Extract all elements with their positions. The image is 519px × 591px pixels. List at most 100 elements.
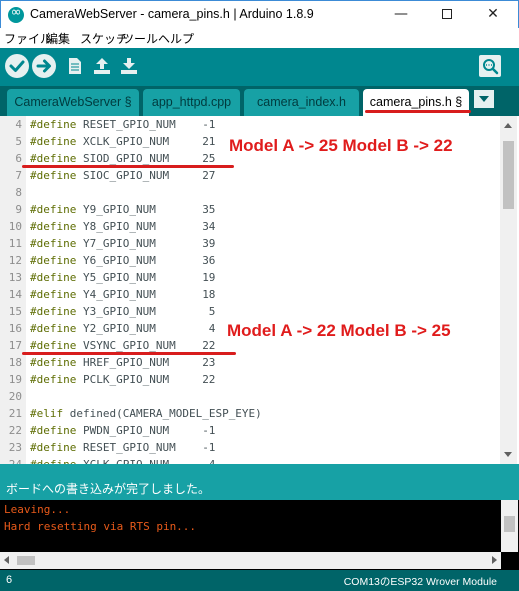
scroll-left-arrow-icon[interactable]	[4, 556, 9, 564]
code-editor[interactable]: 4 #define RESET_GPIO_NUM -1 5 #define XCLK_…	[0, 116, 519, 464]
menu-tools[interactable]: ツール	[122, 30, 158, 47]
preprocessor-directive: #define	[30, 135, 77, 148]
new-button[interactable]	[64, 54, 86, 78]
console-vertical-scrollbar[interactable]	[501, 500, 518, 552]
preprocessor-directive: #define	[30, 441, 77, 454]
code-line: 10 #define Y8_GPIO_NUM 34	[0, 218, 500, 235]
arduino-logo-icon	[8, 5, 24, 23]
code-text: #define SIOC_GPIO_NUM 27	[30, 167, 215, 184]
code-text: #define Y5_GPIO_NUM 19	[30, 269, 215, 286]
line-number: 16	[8, 322, 22, 335]
code-body: XCLK_GPIO_NUM 21	[76, 135, 216, 148]
close-button[interactable]: ✕	[471, 1, 515, 28]
code-body: VSYNC_GPIO_NUM 22	[76, 339, 216, 352]
tab-highlight-underline	[365, 110, 471, 113]
preprocessor-directive: #define	[30, 237, 77, 250]
code-text: #define Y9_GPIO_NUM 35	[30, 201, 215, 218]
tab-camera-index[interactable]: camera_index.h	[244, 89, 359, 116]
code-body: SIOC_GPIO_NUM 27	[76, 169, 216, 182]
maximize-button[interactable]	[425, 1, 469, 28]
vsync-underline	[22, 352, 236, 355]
line-number: 24	[0, 456, 22, 464]
preprocessor-directive: #define	[30, 339, 77, 352]
line-number: 11	[8, 237, 22, 250]
upload-button[interactable]	[32, 54, 56, 78]
code-text: #define RESET_GPIO_NUM -1	[30, 116, 215, 133]
code-line: 4 #define RESET_GPIO_NUM -1	[0, 116, 500, 133]
scroll-down-arrow-icon[interactable]	[504, 452, 512, 457]
open-icon	[94, 58, 110, 74]
code-text: #define Y3_GPIO_NUM 5	[30, 303, 215, 320]
status-message-bar: ボードへの書き込みが完了しました。	[0, 464, 519, 500]
preprocessor-directive: #define	[30, 288, 77, 301]
code-body: Y6_GPIO_NUM 36	[76, 254, 216, 267]
status-bar: 6 COM13のESP32 Wrover Module	[0, 570, 519, 591]
preprocessor-directive: #elif	[30, 407, 64, 420]
serial-monitor-button[interactable]	[479, 55, 501, 77]
code-line: 24 #define XCLK_GPIO_NUM 4	[0, 456, 500, 464]
line-number: 7	[15, 169, 22, 182]
code-line: 18 #define HREF_GPIO_NUM 23	[0, 354, 500, 371]
code-line: 15 #define Y3_GPIO_NUM 5	[0, 303, 500, 320]
preprocessor-directive: #define	[30, 424, 77, 437]
preprocessor-directive: #define	[30, 254, 77, 267]
line-number: 4	[15, 118, 22, 131]
open-button[interactable]	[91, 54, 113, 78]
siod-underline	[22, 165, 234, 168]
minimize-button[interactable]: —	[379, 1, 423, 28]
console-line: Hard resetting via RTS pin...	[4, 520, 197, 533]
code-line: 14 #define Y4_GPIO_NUM 18	[0, 286, 500, 303]
scroll-right-arrow-icon[interactable]	[492, 556, 497, 564]
line-number: 18	[8, 356, 22, 369]
maximize-icon	[442, 9, 452, 19]
code-line: 23 #define RESET_GPIO_NUM -1	[0, 439, 500, 456]
preprocessor-directive: #define	[30, 118, 77, 131]
preprocessor-directive: #define	[30, 203, 77, 216]
code-text: #define Y6_GPIO_NUM 36	[30, 252, 215, 269]
preprocessor-directive: #define	[30, 169, 77, 182]
code-text: #define PCLK_GPIO_NUM 22	[30, 371, 215, 388]
code-line: 20	[0, 388, 500, 405]
line-number: 13	[8, 271, 22, 284]
code-body: defined(CAMERA_MODEL_ESP_EYE)	[63, 407, 262, 420]
code-body: RESET_GPIO_NUM -1	[76, 441, 216, 454]
console-hscroll-thumb[interactable]	[17, 556, 35, 565]
preprocessor-directive: #define	[30, 322, 77, 335]
line-number: 21	[8, 407, 22, 420]
tab-camerawebserver[interactable]: CameraWebServer §	[7, 89, 139, 116]
code-text: #define Y4_GPIO_NUM 18	[30, 286, 215, 303]
tab-app-httpd[interactable]: app_httpd.cpp	[143, 89, 240, 116]
console-output[interactable]: Leaving... Hard resetting via RTS pin...	[0, 500, 519, 570]
menu-file[interactable]: ファイル	[4, 30, 52, 47]
verify-icon	[9, 60, 25, 72]
code-line: 22 #define PWDN_GPIO_NUM -1	[0, 422, 500, 439]
code-body: Y3_GPIO_NUM 5	[76, 305, 216, 318]
code-body: PWDN_GPIO_NUM -1	[76, 424, 216, 437]
menu-bar: ファイル 編集 スケッチ ツール ヘルプ	[0, 28, 519, 48]
code-text: #define HREF_GPIO_NUM 23	[30, 354, 215, 371]
line-number: 19	[8, 373, 22, 386]
tab-menu-button[interactable]	[474, 90, 494, 108]
code-line: 9 #define Y9_GPIO_NUM 35	[0, 201, 500, 218]
upload-icon	[36, 59, 51, 73]
siod-annotation: Model A -> 25 Model B -> 22	[229, 136, 453, 155]
code-text: #define PWDN_GPIO_NUM -1	[30, 422, 215, 439]
menu-sketch[interactable]: スケッチ	[80, 30, 128, 47]
scroll-up-arrow-icon[interactable]	[504, 123, 512, 128]
code-body: SIOD_GPIO_NUM 25	[76, 152, 216, 165]
line-number: 22	[8, 424, 22, 437]
editor-vertical-scrollbar[interactable]	[500, 116, 517, 464]
preprocessor-directive: #define	[30, 305, 77, 318]
verify-button[interactable]	[5, 54, 29, 78]
console-horizontal-scrollbar[interactable]	[0, 552, 501, 569]
menu-edit[interactable]: 編集	[46, 30, 70, 47]
board-port-info: COM13のESP32 Wrover Module	[343, 576, 497, 588]
console-scroll-thumb[interactable]	[504, 516, 515, 532]
code-line: 19 #define PCLK_GPIO_NUM 22	[0, 371, 500, 388]
editor-scroll-thumb[interactable]	[503, 141, 514, 209]
line-number: 15	[8, 305, 22, 318]
save-button[interactable]	[118, 54, 140, 78]
menu-help[interactable]: ヘルプ	[158, 30, 194, 47]
line-number: 8	[15, 186, 22, 199]
line-number: 20	[8, 390, 22, 403]
